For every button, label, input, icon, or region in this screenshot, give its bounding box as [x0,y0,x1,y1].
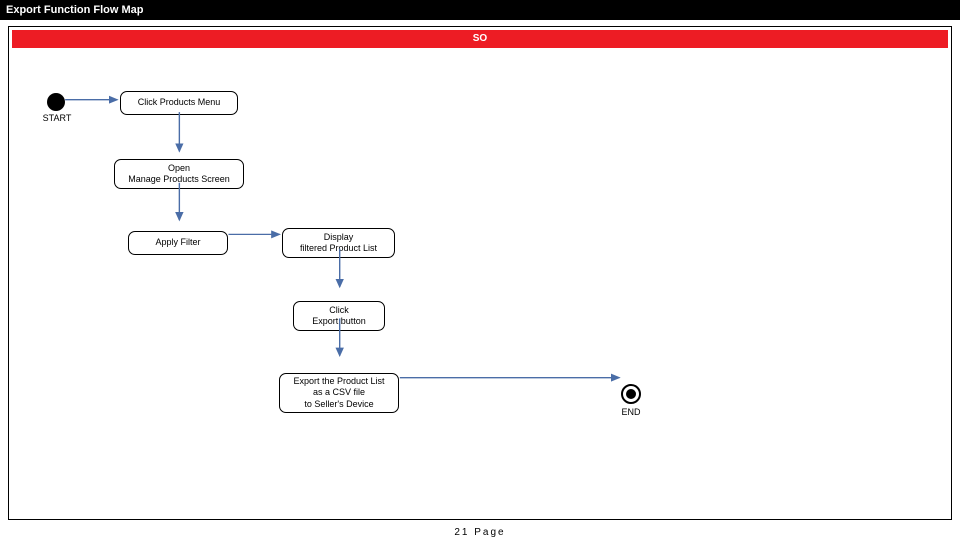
arrows-layer [9,51,951,519]
title-text: Export Function Flow Map [6,4,144,16]
node-text-line2: Manage Products Screen [128,174,230,185]
flow-canvas: START Click Products Menu Open Manage Pr… [9,51,951,519]
start-node [47,93,65,111]
node-click-products-menu: Click Products Menu [120,91,238,115]
end-node-inner [626,389,636,399]
node-export-csv: Export the Product List as a CSV file to… [279,373,399,413]
node-text-line1: Open [168,163,190,174]
header-label: SO [473,33,487,44]
node-text-line3: to Seller's Device [304,399,373,410]
header-bar: SO [12,30,948,48]
node-click-export-button: Click Export button [293,301,385,331]
node-text-line1: Click [329,305,349,316]
node-text-line2: Export button [312,316,366,327]
title-bar: Export Function Flow Map [0,0,960,20]
node-display-filtered-list: Display filtered Product List [282,228,395,258]
node-text-line2: as a CSV file [313,387,365,398]
node-text: Click Products Menu [138,97,221,108]
node-apply-filter: Apply Filter [128,231,228,255]
node-open-manage-products: Open Manage Products Screen [114,159,244,189]
node-text: Apply Filter [155,237,200,248]
footer-text: 21 Page [454,527,505,538]
start-label: START [37,113,77,123]
node-text-line1: Export the Product List [293,376,384,387]
end-label: END [617,407,645,417]
node-text-line1: Display [324,232,354,243]
end-node [621,384,641,404]
node-text-line2: filtered Product List [300,243,377,254]
page-frame: SO START Click Products Menu Open Manage… [8,26,952,520]
footer: 21 Page [0,527,960,538]
